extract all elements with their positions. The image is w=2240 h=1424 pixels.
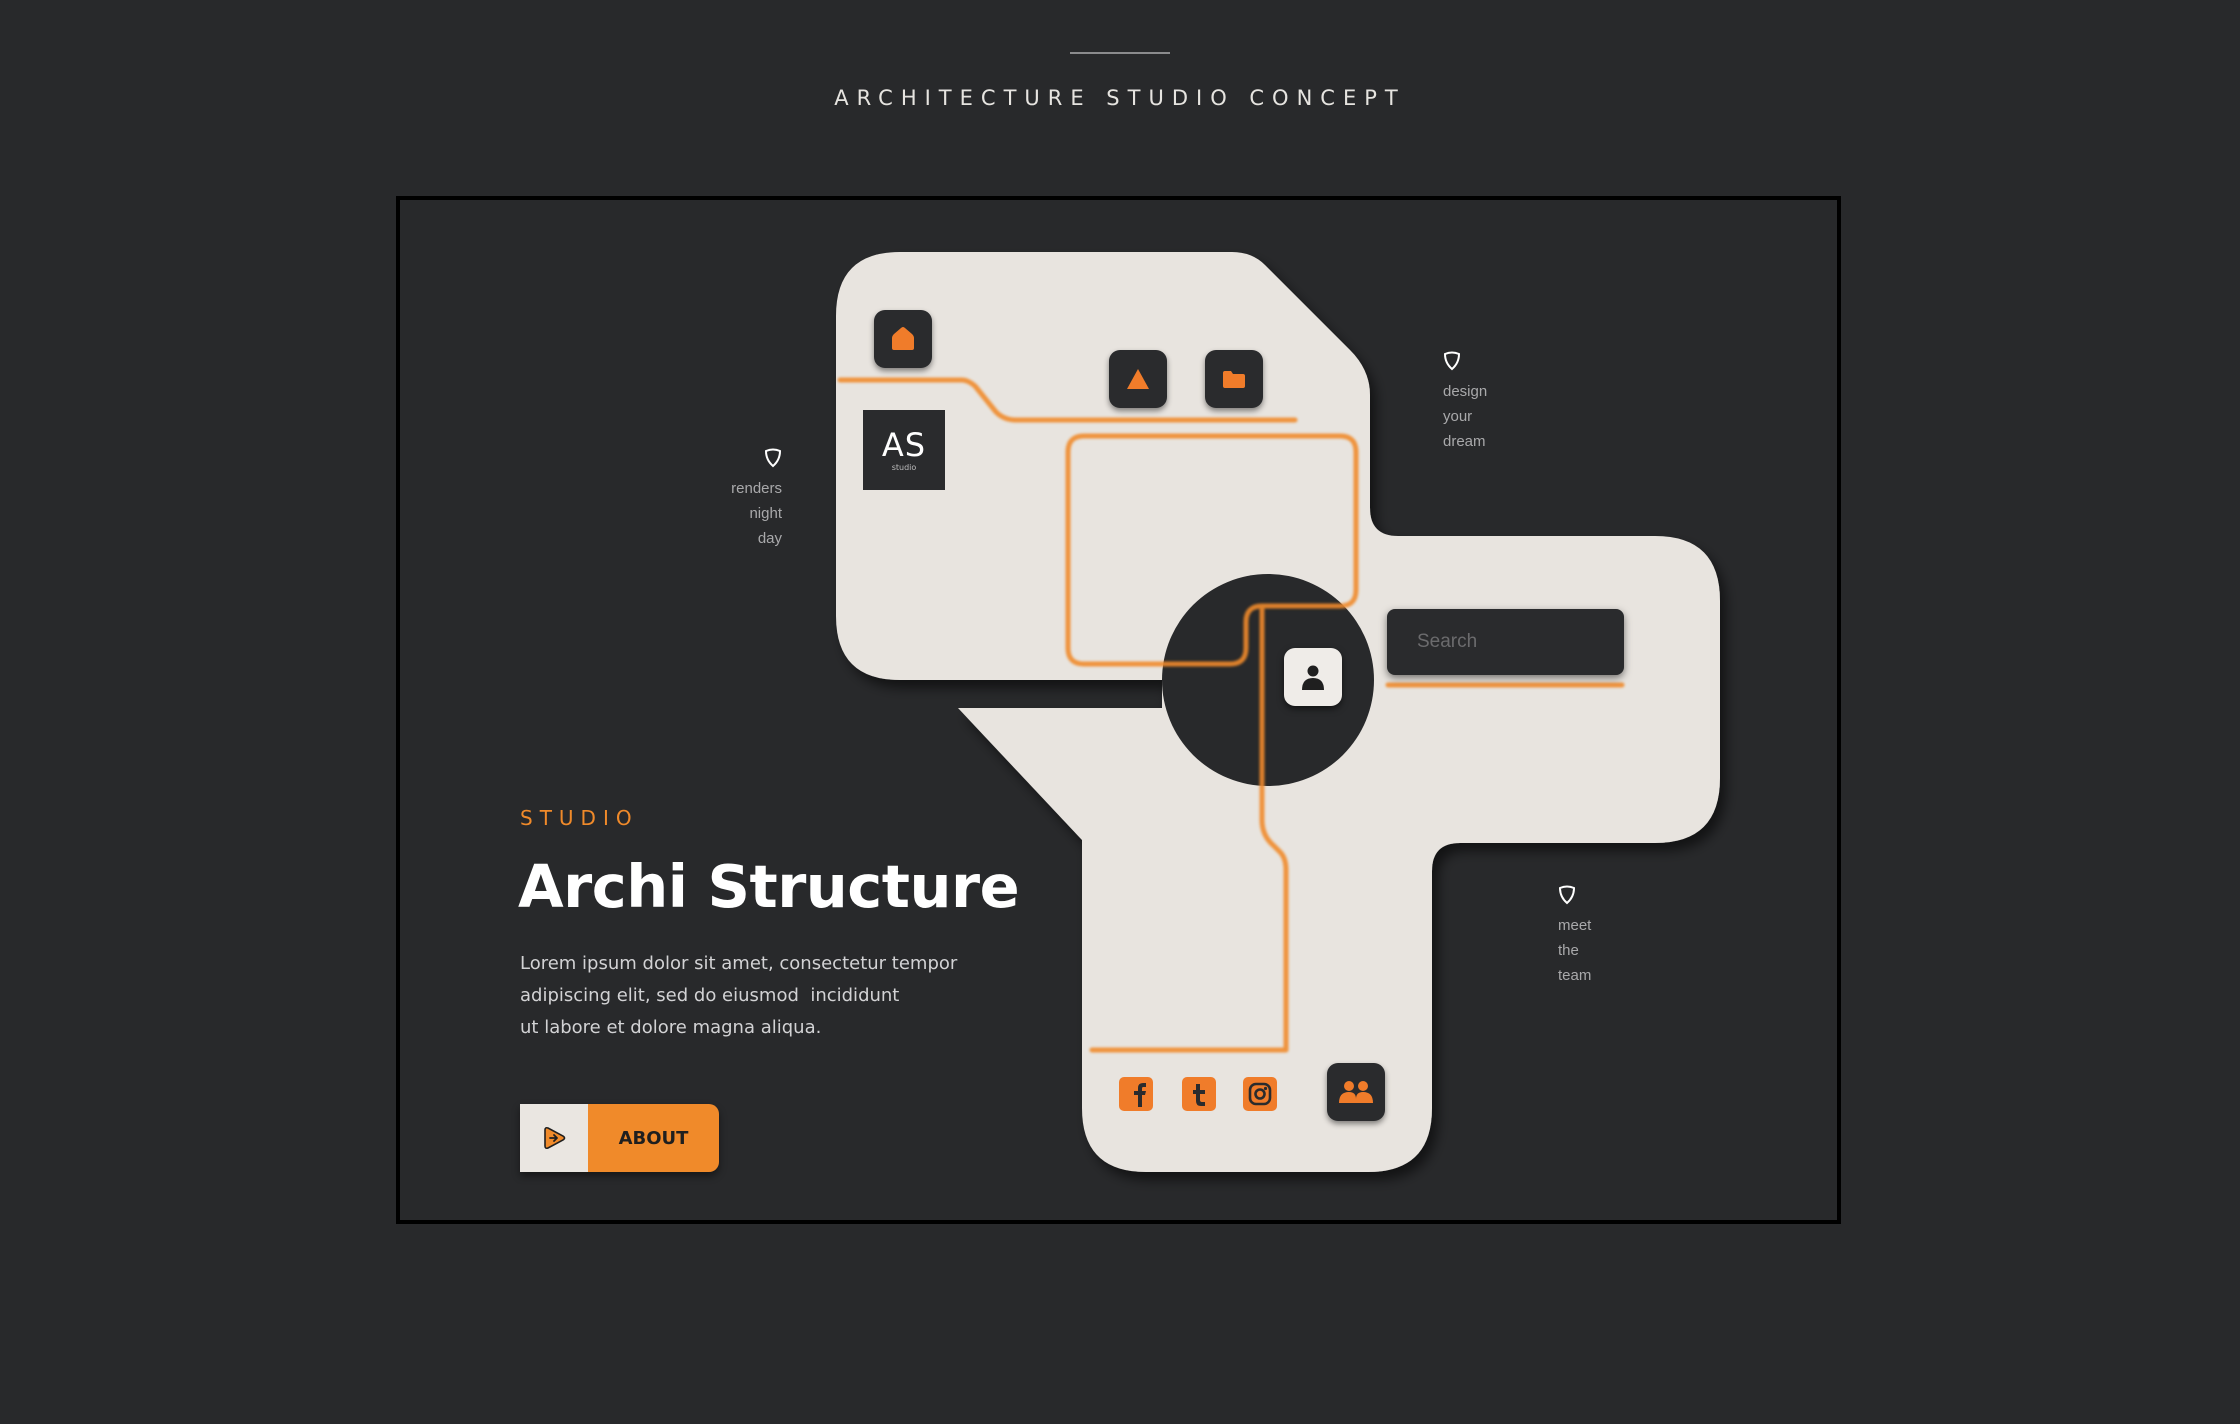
tumblr-icon <box>1193 1084 1205 1106</box>
body-line: ut labore et dolore magna aliqua. <box>520 1017 822 1038</box>
hero-body: Lorem ipsum dolor sit amet, consectetur … <box>520 948 980 1044</box>
search-input[interactable] <box>1415 630 1664 654</box>
home-button[interactable] <box>874 310 932 368</box>
tumblr-link[interactable] <box>1182 1077 1216 1111</box>
triangle-button[interactable] <box>1109 350 1167 408</box>
hero-title: Archi Structure <box>518 852 1020 921</box>
hero-kicker: STUDIO <box>520 806 639 830</box>
home-icon <box>892 327 914 350</box>
profile-button[interactable] <box>1284 648 1342 706</box>
note-word: team <box>1558 967 1592 984</box>
facebook-link[interactable] <box>1119 1077 1153 1111</box>
note-renders[interactable]: renders night day <box>722 448 782 551</box>
note-word: meet <box>1558 917 1592 934</box>
studio-logo: AS studio <box>863 410 945 490</box>
note-word: the <box>1558 942 1579 959</box>
team-button[interactable] <box>1327 1063 1385 1121</box>
note-word: renders <box>731 480 782 497</box>
note-design[interactable]: design your dream <box>1443 351 1487 454</box>
note-word: night <box>749 505 782 522</box>
instagram-link[interactable] <box>1243 1077 1277 1111</box>
logo-initials: AS <box>881 425 927 464</box>
note-word: dream <box>1443 433 1486 450</box>
about-button[interactable]: ABOUT <box>520 1104 719 1172</box>
instagram-icon <box>1248 1082 1272 1106</box>
facebook-icon <box>1134 1083 1146 1107</box>
folder-icon <box>1223 371 1245 388</box>
studio-map-panel <box>836 252 1720 1172</box>
folder-button[interactable] <box>1205 350 1263 408</box>
about-button-icon-area <box>520 1104 588 1172</box>
note-word: day <box>757 530 782 547</box>
pin-icon <box>1558 885 1576 905</box>
pin-icon <box>1443 351 1461 371</box>
body-line: adipiscing elit, sed do eiusmod incididu… <box>520 985 900 1006</box>
logo-subtitle: studio <box>891 462 917 472</box>
search-bar <box>1387 609 1664 675</box>
about-button-label: ABOUT <box>588 1104 719 1172</box>
body-line: Lorem ipsum dolor sit amet, consectetur … <box>520 953 958 974</box>
play-icon <box>544 1126 566 1150</box>
pin-icon <box>764 448 782 468</box>
note-word: design <box>1443 383 1488 400</box>
note-team[interactable]: meet the team <box>1558 885 1591 988</box>
triangle-icon <box>1127 369 1149 389</box>
note-word: your <box>1443 408 1473 425</box>
user-icon <box>1302 665 1324 690</box>
team-icon <box>1339 1081 1373 1103</box>
